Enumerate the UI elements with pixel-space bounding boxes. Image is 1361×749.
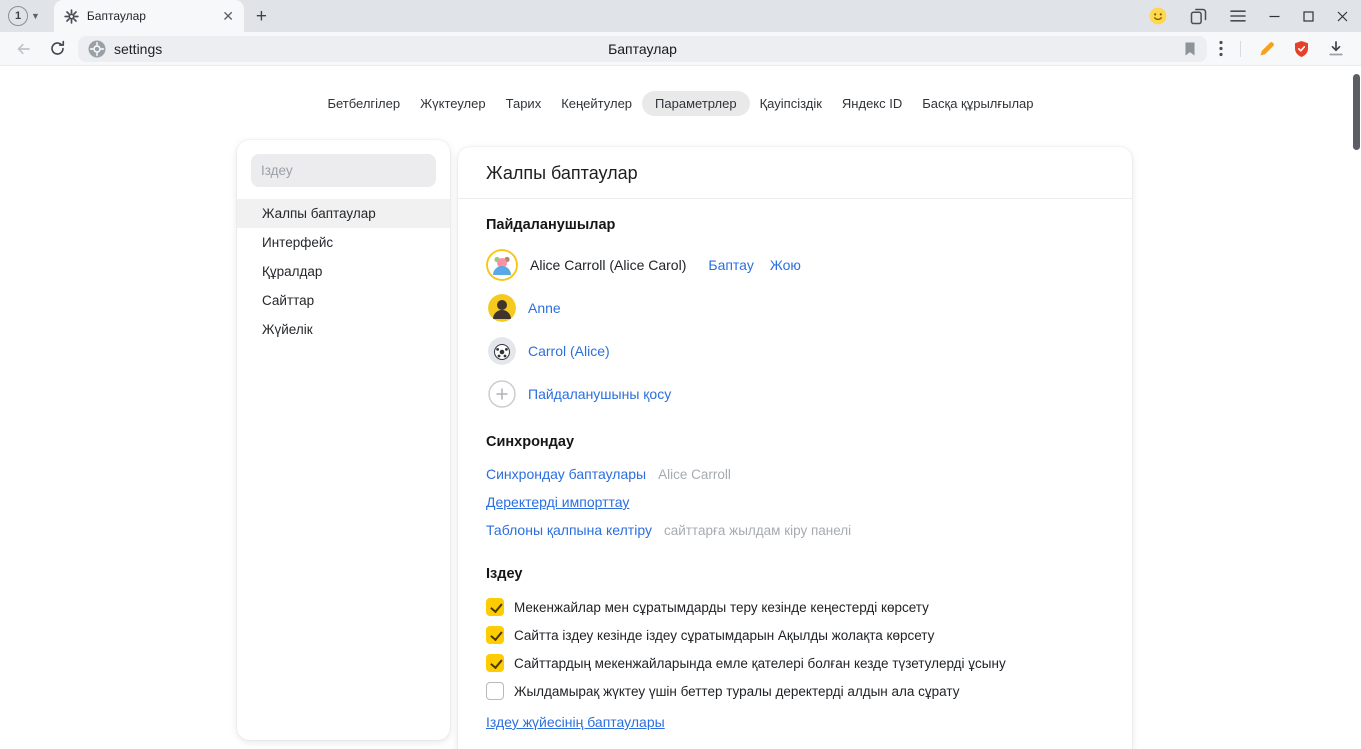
nav-tab-downloads[interactable]: Жүктеулер [410, 91, 496, 116]
tabs-panel-icon[interactable] [1190, 8, 1207, 25]
nav-tab-bookmarks[interactable]: Бетбелгілер [317, 91, 410, 116]
tab-title: Баптаулар [87, 9, 214, 23]
address-toolbar: settings Баптаулар [0, 32, 1361, 66]
option-label: Жылдамырақ жүктеу үшін беттер туралы дер… [514, 684, 959, 699]
toolbar-divider [1240, 41, 1241, 57]
search-heading: Іздеу [486, 566, 1104, 582]
gear-favicon-icon [64, 9, 79, 24]
search-input[interactable] [251, 154, 436, 187]
sync-section: Синхрондау Синхрондау баптаулары Alice C… [486, 434, 1104, 538]
sidebar-item-sites[interactable]: Сайттар [237, 286, 450, 315]
nav-tab-settings[interactable]: Параметрлер [642, 91, 750, 116]
tab-group-counter[interactable]: 1 ▼ [8, 6, 40, 26]
checkbox-site-search[interactable] [486, 626, 504, 644]
avatar-anne[interactable] [488, 294, 516, 322]
import-data-link[interactable]: Деректерді импорттау [486, 494, 629, 510]
user-remove-link[interactable]: Жою [770, 257, 801, 273]
settings-sidebar: Жалпы баптаулар Интерфейс Құралдар Сайтт… [237, 140, 450, 740]
user-link[interactable]: Carrol (Alice) [528, 343, 610, 359]
restore-tableau-link[interactable]: Таблоны қалпына келтіру [486, 522, 652, 538]
search-engine-settings-link[interactable]: Іздеу жүйесінің баптаулары [486, 714, 665, 730]
checkbox-suggestions[interactable] [486, 598, 504, 616]
sync-row: Синхрондау баптаулары Alice Carroll [486, 466, 1104, 482]
nav-tab-other-devices[interactable]: Басқа құрылғылар [912, 91, 1043, 116]
user-configure-link[interactable]: Баптау [708, 257, 753, 273]
checkbox-spelling[interactable] [486, 654, 504, 672]
search-engine-settings-row: Іздеу жүйесінің баптаулары [486, 714, 1104, 732]
avatar-alice-carroll[interactable] [486, 249, 518, 281]
sync-heading: Синхрондау [486, 434, 1104, 450]
sync-row: Таблоны қалпына келтіру сайттарға жылдам… [486, 522, 1104, 538]
tabbar-controls [1149, 7, 1361, 25]
minimize-icon[interactable] [1269, 11, 1280, 22]
add-user-link[interactable]: Пайдаланушыны қосу [528, 386, 671, 402]
protect-shield-icon[interactable] [1293, 40, 1310, 58]
bookmark-flag-icon[interactable] [1183, 41, 1197, 57]
smiley-icon[interactable] [1149, 7, 1167, 25]
user-row-primary: Alice Carroll (Alice Carol) Баптау Жою [486, 249, 1104, 281]
search-option-row[interactable]: Жылдамырақ жүктеу үшін беттер туралы дер… [486, 682, 1104, 700]
option-label: Сайтта іздеу кезінде іздеу сұратымдарын … [514, 628, 934, 643]
user-name: Alice Carroll (Alice Carol) [530, 257, 686, 273]
maximize-icon[interactable] [1303, 11, 1314, 22]
panel-title: Жалпы баптаулар [458, 147, 1132, 199]
sync-note: сайттарға жылдам кіру панелі [664, 523, 851, 538]
address-bar[interactable]: settings Баптаулар [78, 36, 1207, 62]
page-title-centered: Баптаулар [78, 41, 1207, 57]
user-row-anne: Anne [486, 292, 1104, 324]
user-link[interactable]: Anne [528, 300, 561, 316]
search-settings-section: Іздеу Мекенжайлар мен сұратымдарды теру … [486, 566, 1104, 732]
sidebar-item-interface[interactable]: Интерфейс [237, 228, 450, 257]
search-option-row[interactable]: Сайтта іздеу кезінде іздеу сұратымдарын … [486, 626, 1104, 644]
checkbox-prefetch[interactable] [486, 682, 504, 700]
tab-bar: 1 ▼ Баптаулар ✕ + [0, 0, 1361, 32]
add-user-icon[interactable] [488, 380, 516, 408]
sidebar-item-tools[interactable]: Құралдар [237, 257, 450, 286]
tab-close-icon[interactable]: ✕ [222, 9, 234, 23]
sync-row: Деректерді импорттау [486, 494, 1104, 510]
settings-panel: Жалпы баптаулар Пайдаланушылар [458, 147, 1132, 749]
pencil-icon[interactable] [1258, 40, 1276, 58]
nav-tab-history[interactable]: Тарих [496, 91, 552, 116]
search-option-row[interactable]: Сайттардың мекенжайларында емле қателері… [486, 654, 1104, 672]
avatar-carrol[interactable] [488, 337, 516, 365]
more-dots-icon[interactable] [1219, 40, 1223, 57]
menu-icon[interactable] [1230, 10, 1246, 22]
user-row-carrol: Carrol (Alice) [486, 335, 1104, 367]
close-icon[interactable] [1337, 11, 1348, 22]
url-text[interactable]: settings [114, 41, 162, 57]
sync-note: Alice Carroll [658, 467, 731, 482]
nav-tab-security[interactable]: Қауіпсіздік [750, 91, 832, 116]
settings-top-nav: Бетбелгілер Жүктеулер Тарих Кеңейтулер П… [0, 91, 1361, 116]
nav-tab-yandex-id[interactable]: Яндекс ID [832, 91, 912, 116]
option-label: Мекенжайлар мен сұратымдарды теру кезінд… [514, 600, 929, 615]
option-label: Сайттардың мекенжайларында емле қателері… [514, 656, 1006, 671]
download-icon[interactable] [1327, 40, 1345, 57]
settings-page: Бетбелгілер Жүктеулер Тарих Кеңейтулер П… [0, 66, 1361, 749]
search-option-row[interactable]: Мекенжайлар мен сұратымдарды теру кезінд… [486, 598, 1104, 616]
sidebar-item-system[interactable]: Жүйелік [237, 315, 450, 344]
new-tab-button[interactable]: + [256, 7, 267, 26]
scrollbar-thumb[interactable] [1353, 74, 1360, 150]
sidebar-item-general[interactable]: Жалпы баптаулар [237, 199, 450, 228]
toolbar-actions [1215, 40, 1351, 58]
add-user-row[interactable]: Пайдаланушыны қосу [486, 378, 1104, 410]
nav-tab-extensions[interactable]: Кеңейтулер [551, 91, 642, 116]
reload-icon[interactable] [44, 36, 70, 62]
browser-window: 1 ▼ Баптаулар ✕ + [0, 0, 1361, 749]
users-heading: Пайдаланушылар [486, 217, 1104, 233]
back-icon[interactable] [10, 36, 36, 62]
chevron-down-icon[interactable]: ▼ [31, 11, 40, 21]
users-section: Пайдаланушылар Alice Carroll (Alice [486, 217, 1104, 410]
sync-settings-link[interactable]: Синхрондау баптаулары [486, 466, 646, 482]
browser-tab-settings[interactable]: Баптаулар ✕ [54, 0, 244, 32]
tab-count-badge[interactable]: 1 [8, 6, 28, 26]
